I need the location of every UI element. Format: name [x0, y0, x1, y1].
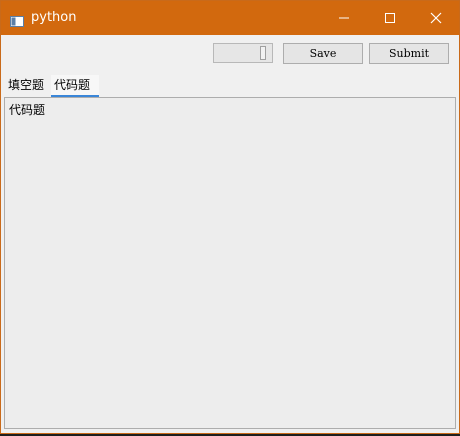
window-app-icon: [10, 12, 24, 27]
app-window: python Save Submit 填空题 代码题 代码题: [0, 0, 460, 434]
content-label: 代码题: [9, 103, 46, 117]
maximize-button[interactable]: [367, 1, 413, 35]
close-button[interactable]: [413, 1, 459, 35]
progress-slider[interactable]: [213, 43, 273, 63]
minimize-icon: [338, 9, 350, 28]
slider-handle[interactable]: [260, 46, 266, 60]
submit-button[interactable]: Submit: [369, 43, 449, 64]
tab-code-question[interactable]: 代码题: [51, 75, 99, 97]
maximize-icon: [384, 9, 396, 28]
tab-content-panel: 代码题: [4, 97, 456, 429]
tab-fill-in-blank[interactable]: 填空题: [5, 75, 49, 97]
save-button[interactable]: Save: [283, 43, 363, 64]
close-icon: [430, 9, 442, 28]
minimize-button[interactable]: [321, 1, 367, 35]
title-bar[interactable]: python: [1, 1, 459, 35]
window-title: python: [31, 10, 77, 25]
